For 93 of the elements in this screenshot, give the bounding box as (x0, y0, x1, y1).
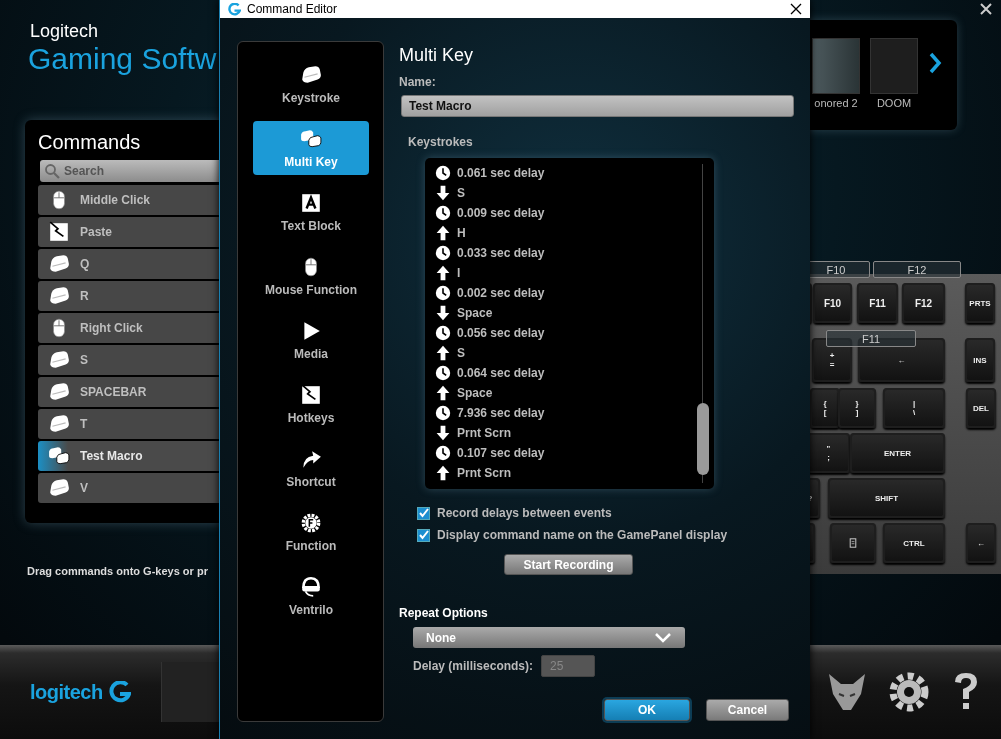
letter-block-icon (300, 191, 322, 214)
double-keycap-icon (300, 127, 322, 150)
keyboard-key[interactable]: CTRL (883, 523, 945, 563)
down-arrow-icon (435, 425, 451, 441)
search-icon (44, 163, 60, 179)
gear-icon (300, 511, 322, 534)
keycap-icon (48, 285, 70, 307)
section-heading: Multi Key (399, 44, 475, 66)
keycap-icon (48, 253, 70, 275)
keyboard-key[interactable]: | \ (883, 388, 945, 428)
keystroke-entry[interactable]: 0.033 sec delay (457, 246, 545, 260)
chevron-right-icon[interactable] (928, 52, 942, 74)
keyboard-key[interactable]: SHIFT (828, 478, 945, 518)
name-input[interactable]: Test Macro (401, 95, 794, 117)
keystroke-entry[interactable]: Space (457, 386, 493, 400)
keyboard-key[interactable]: " ; (807, 433, 850, 473)
keyboard-key[interactable]: { [ (810, 388, 840, 428)
keyboard-key[interactable]: PRTS (965, 283, 995, 323)
keycap-icon (48, 349, 70, 371)
double-keycap-icon (48, 445, 70, 467)
keystroke-entry[interactable]: Prnt Scrn (457, 426, 511, 440)
hint-text: Drag commands onto G-keys or pr (27, 565, 208, 577)
profile-label: DOOM (876, 97, 912, 109)
keystroke-entry[interactable]: 0.009 sec delay (457, 206, 545, 220)
keystroke-entry[interactable]: 0.002 sec delay (457, 286, 545, 300)
checkbox-label: Display command name on the GamePanel display (437, 528, 728, 542)
down-arrow-icon (435, 185, 451, 201)
key-callout: F11 (826, 330, 916, 347)
clock-icon (435, 205, 451, 221)
keyboard-key[interactable]: + = (812, 338, 852, 382)
keystroke-entry[interactable]: H (457, 226, 466, 240)
up-arrow-icon (435, 225, 451, 241)
keystrokes-label: Keystrokes (408, 135, 473, 149)
keystroke-entry[interactable]: Prnt Scrn (457, 466, 511, 480)
window-title: Command Editor (247, 2, 338, 16)
down-arrow-icon (435, 305, 451, 321)
chevron-down-icon (655, 632, 671, 643)
checkbox[interactable] (417, 528, 430, 542)
app-title: Gaming Softw (28, 42, 217, 76)
keystroke-entry[interactable]: 0.061 sec delay (457, 166, 545, 180)
keystroke-list[interactable]: 0.061 sec delay S 0.009 sec delay H 0.033 sec delay I 0.002 sec delay Space 0.056 sec delay S 0.064 sec delay Space 7.936 sec delay Prnt Scrn 0.107 sec delay Prnt Scrn (425, 158, 714, 489)
keyboard-key[interactable]: DEL (966, 388, 996, 428)
delay-label: Delay (milliseconds): (413, 659, 534, 673)
keystroke-entry[interactable]: 0.107 sec delay (457, 446, 545, 460)
headset-icon (300, 575, 322, 598)
command-type-tab[interactable]: Keystroke (253, 57, 369, 111)
keyboard-key[interactable]: } ] (838, 388, 876, 428)
keystroke-entry[interactable]: 0.056 sec delay (457, 326, 545, 340)
name-label: Name: (399, 75, 436, 89)
keyboard-key[interactable]: INS (965, 338, 995, 382)
keyboard-key[interactable]: ENTER (850, 433, 945, 473)
g-logo-icon (108, 681, 131, 703)
checkbox-label: Record delays between events (437, 506, 612, 520)
clock-icon (435, 445, 451, 461)
keycap-icon (48, 477, 70, 499)
clock-icon (435, 325, 451, 341)
profile-label: onored 2 (814, 97, 858, 109)
keycap-icon (48, 413, 70, 435)
brand-name: Logitech (30, 20, 99, 42)
g-logo-icon (228, 2, 241, 16)
keystroke-entry[interactable]: I (457, 266, 461, 280)
settings-icon[interactable] (887, 670, 931, 714)
keystroke-entry[interactable]: S (457, 346, 465, 360)
clock-icon (435, 165, 451, 181)
scrollbar-thumb[interactable] (697, 403, 709, 475)
clock-icon (435, 365, 451, 381)
logitech-logo: logitech (30, 680, 103, 704)
repeat-options-label: Repeat Options (399, 606, 488, 620)
keycap-icon (48, 381, 70, 403)
command-type-tab[interactable]: Function (253, 505, 369, 559)
keystroke-entry[interactable]: 0.064 sec delay (457, 366, 545, 380)
command-type-tab[interactable]: Ventrilo (253, 569, 369, 623)
up-arrow-icon (435, 265, 451, 281)
clock-icon (435, 405, 451, 421)
keyboard-key[interactable]: F12 (902, 283, 945, 323)
keystroke-entry[interactable]: Space (457, 306, 493, 320)
keyboard-key[interactable]: F10 (813, 283, 852, 323)
lightning-square-icon (300, 383, 322, 406)
keyboard-key[interactable]: ← (966, 523, 996, 563)
clock-icon (435, 285, 451, 301)
up-arrow-icon (435, 465, 451, 481)
up-arrow-icon (435, 385, 451, 401)
close-icon[interactable] (790, 3, 802, 15)
checkbox[interactable] (417, 506, 430, 520)
keycap-icon (300, 63, 322, 86)
lightning-square-icon (48, 221, 70, 243)
keystroke-entry[interactable]: 7.936 sec delay (457, 406, 545, 420)
up-arrow-icon (435, 345, 451, 361)
keystroke-entry[interactable]: S (457, 186, 465, 200)
panel-title: Commands (38, 130, 141, 154)
clock-icon (435, 245, 451, 261)
keyboard-key[interactable]: F11 (857, 283, 898, 323)
key-callout: F12 (873, 261, 961, 278)
